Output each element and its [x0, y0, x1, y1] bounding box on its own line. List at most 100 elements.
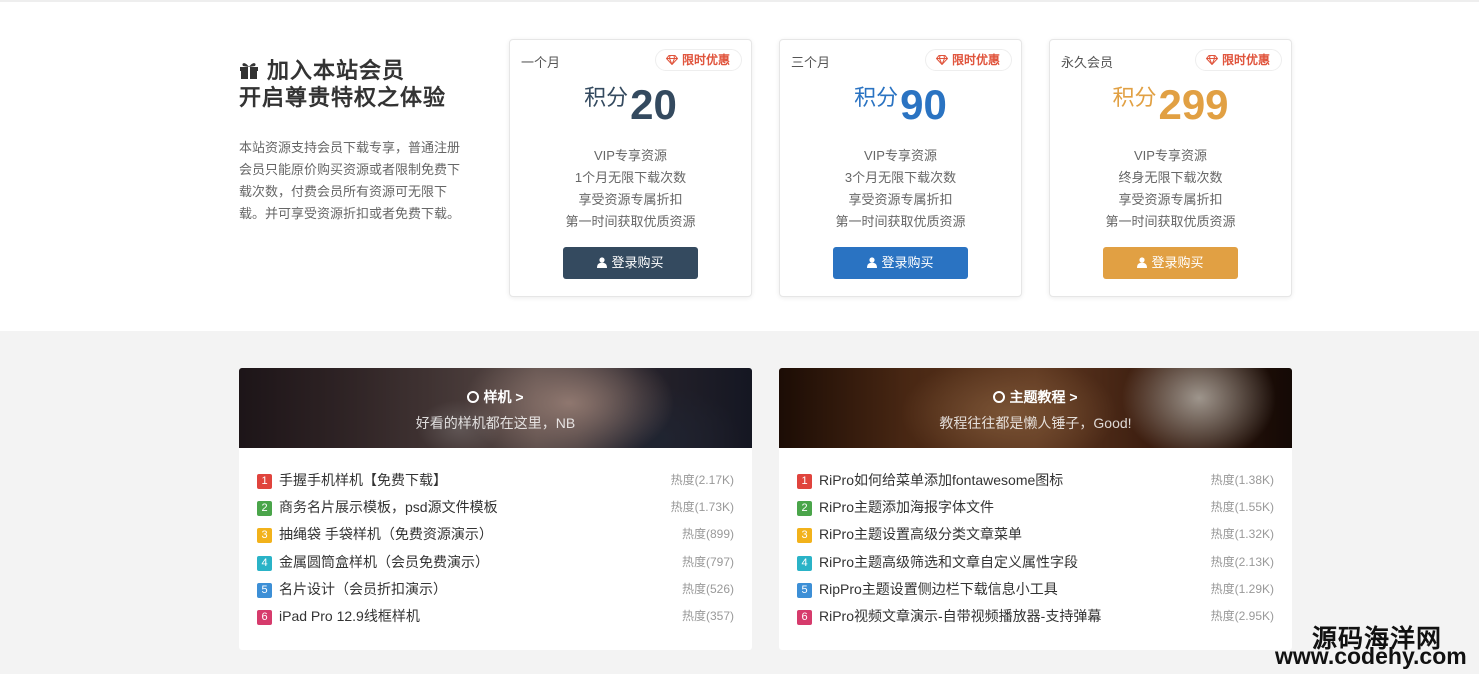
- list-item: 3 RiPro主题设置高级分类文章菜单 热度(1.32K): [797, 521, 1274, 548]
- plan-features: VIP专享资源 终身无限下载次数 享受资源专属折扣 第一时间获取优质资源: [1050, 145, 1291, 233]
- login-buy-button[interactable]: 登录购买: [1103, 247, 1238, 279]
- category-title-label: 主题教程 >: [1009, 389, 1078, 405]
- login-buy-label: 登录购买: [1151, 255, 1204, 270]
- rank-badge: 1: [257, 474, 272, 489]
- rank-badge: 6: [797, 609, 812, 625]
- diamond-icon: [1205, 51, 1219, 66]
- plan-feature: 享受资源专属折扣: [848, 192, 953, 207]
- vip-title-line2: 开启尊贵特权之体验: [239, 85, 447, 110]
- heat-count: 热度(2.95K): [1210, 608, 1274, 623]
- discount-badge-label: 限时优惠: [681, 53, 730, 67]
- rank-badge: 2: [797, 501, 812, 517]
- plan-features: VIP专享资源 3个月无限下载次数 享受资源专属折扣 第一时间获取优质资源: [780, 145, 1021, 233]
- plan-feature: 1个月无限下载次数: [574, 170, 687, 185]
- plan-feature: 第一时间获取优质资源: [565, 214, 696, 229]
- plan-feature: 第一时间获取优质资源: [1105, 214, 1236, 229]
- vip-section: 加入本站会员 开启尊贵特权之体验 本站资源支持会员下载专享，普通注册会员只能原价…: [0, 2, 1479, 331]
- discount-badge-label: 限时优惠: [951, 53, 1000, 67]
- price-unit: 积分: [584, 85, 629, 110]
- category-header[interactable]: 样机 > 好看的样机都在这里，NB: [239, 368, 752, 448]
- list-item: 3 抽绳袋 手袋样机（免费资源演示） 热度(899): [257, 521, 734, 548]
- post-link[interactable]: iPad Pro 12.9线框样机: [279, 608, 420, 624]
- login-buy-label: 登录购买: [881, 255, 934, 270]
- vip-title-line1: 加入本站会员: [267, 58, 406, 83]
- rank-badge: 4: [797, 555, 812, 571]
- post-link[interactable]: 金属圆筒盒样机（会员免费演示）: [279, 554, 489, 570]
- heat-count: 热度(899): [681, 527, 734, 542]
- plan-feature: 第一时间获取优质资源: [835, 214, 966, 229]
- heat-count: 热度(1.73K): [670, 500, 734, 515]
- user-icon: [867, 248, 878, 268]
- post-link[interactable]: RiPro如何给菜单添加fontawesome图标: [819, 472, 1063, 488]
- plan-price: 积分20: [510, 80, 751, 129]
- category-title[interactable]: 主题教程 >: [779, 387, 1292, 407]
- plan-name: 永久会员: [1061, 55, 1114, 70]
- heat-count: 热度(526): [681, 581, 734, 596]
- category-header-text: 样机 > 好看的样机都在这里，NB: [239, 387, 752, 433]
- heat-count: 热度(1.55K): [1210, 500, 1274, 515]
- vip-title: 加入本站会员 开启尊贵特权之体验: [239, 57, 469, 111]
- plan-feature: VIP专享资源: [594, 148, 667, 163]
- price-value: 299: [1158, 81, 1229, 128]
- post-link[interactable]: RipPro主题设置侧边栏下载信息小工具: [819, 581, 1058, 597]
- login-buy-button[interactable]: 登录购买: [563, 247, 698, 279]
- post-link[interactable]: 商务名片展示模板，psd源文件模板: [279, 499, 498, 515]
- circle-icon: [993, 391, 1006, 403]
- category-title[interactable]: 样机 >: [239, 387, 752, 407]
- rank-badge: 5: [257, 582, 272, 598]
- discount-badge-label: 限时优惠: [1221, 53, 1270, 67]
- post-link[interactable]: 手握手机样机【免费下载】: [279, 472, 447, 488]
- category-card-mockups: 样机 > 好看的样机都在这里，NB 1 手握手机样机【免费下载】 热度(2.17K)…: [239, 368, 752, 650]
- list-item: 2 商务名片展示模板，psd源文件模板 热度(1.73K): [257, 494, 734, 521]
- plan-price: 积分90: [780, 80, 1021, 129]
- category-title-label: 样机 >: [483, 389, 524, 405]
- watermark-site-url: www.codehy.com: [1275, 643, 1467, 669]
- diamond-icon: [935, 51, 949, 66]
- list-item: 5 RipPro主题设置侧边栏下载信息小工具 热度(1.29K): [797, 576, 1274, 603]
- list-item: 1 RiPro如何给菜单添加fontawesome图标 热度(1.38K): [797, 467, 1274, 494]
- circle-icon: [467, 391, 480, 403]
- post-link[interactable]: RiPro主题高级筛选和文章自定义属性字段: [819, 554, 1078, 570]
- gift-icon: [239, 58, 259, 79]
- category-post-list: 1 手握手机样机【免费下载】 热度(2.17K) 2 商务名片展示模板，psd源文件模…: [239, 448, 752, 630]
- heat-count: 热度(1.32K): [1210, 527, 1274, 542]
- category-section: 样机 > 好看的样机都在这里，NB 1 手握手机样机【免费下载】 热度(2.17K)…: [0, 331, 1479, 674]
- list-item: 4 金属圆筒盒样机（会员免费演示） 热度(797): [257, 549, 734, 576]
- price-unit: 积分: [1112, 85, 1157, 110]
- plan-card-three-months: 三个月 限时优惠 积分90 VIP专享资源 3个月无限下载次数 享受资源专属折扣…: [779, 39, 1022, 297]
- login-buy-button[interactable]: 登录购买: [833, 247, 968, 279]
- plan-features: VIP专享资源 1个月无限下载次数 享受资源专属折扣 第一时间获取优质资源: [510, 145, 751, 233]
- list-item: 6 RiPro视频文章演示-自带视频播放器-支持弹幕 热度(2.95K): [797, 603, 1274, 630]
- list-item: 4 RiPro主题高级筛选和文章自定义属性字段 热度(2.13K): [797, 549, 1274, 576]
- price-unit: 积分: [854, 85, 899, 110]
- user-icon: [597, 248, 608, 268]
- price-value: 20: [630, 81, 677, 128]
- list-item: 5 名片设计（会员折扣演示） 热度(526): [257, 576, 734, 603]
- category-header-text: 主题教程 > 教程往往都是懒人锤子，Good!: [779, 387, 1292, 433]
- post-link[interactable]: RiPro主题添加海报字体文件: [819, 499, 994, 515]
- plan-name: 一个月: [521, 55, 561, 70]
- heat-count: 热度(1.29K): [1210, 581, 1274, 596]
- post-link[interactable]: 名片设计（会员折扣演示）: [279, 581, 447, 597]
- heat-count: 热度(2.17K): [670, 473, 734, 487]
- discount-badge: 限时优惠: [654, 49, 742, 71]
- plan-price: 积分299: [1050, 80, 1291, 129]
- list-item: 2 RiPro主题添加海报字体文件 热度(1.55K): [797, 494, 1274, 521]
- category-header[interactable]: 主题教程 > 教程往往都是懒人锤子，Good!: [779, 368, 1292, 448]
- category-card-tutorials: 主题教程 > 教程往往都是懒人锤子，Good! 1 RiPro如何给菜单添加fon…: [779, 368, 1292, 650]
- category-post-list: 1 RiPro如何给菜单添加fontawesome图标 热度(1.38K) 2 RiP…: [779, 448, 1292, 630]
- post-link[interactable]: RiPro主题设置高级分类文章菜单: [819, 526, 1022, 542]
- post-link[interactable]: 抽绳袋 手袋样机（免费资源演示）: [279, 526, 493, 542]
- post-link[interactable]: RiPro视频文章演示-自带视频播放器-支持弹幕: [819, 608, 1101, 624]
- plan-feature: 3个月无限下载次数: [844, 170, 957, 185]
- rank-badge: 3: [257, 528, 272, 544]
- plan-card-lifetime: 永久会员 限时优惠 积分299 VIP专享资源 终身无限下载次数 享受资源专属折…: [1049, 39, 1292, 297]
- rank-badge: 1: [797, 474, 812, 489]
- vip-description: 本站资源支持会员下载专享，普通注册会员只能原价购买资源或者限制免费下载次数，付费…: [239, 140, 461, 221]
- diamond-icon: [665, 51, 679, 66]
- category-subtitle: 好看的样机都在这里，NB: [415, 415, 576, 431]
- price-value: 90: [900, 81, 947, 128]
- category-subtitle: 教程往往都是懒人锤子，Good!: [939, 415, 1132, 431]
- heat-count: 热度(2.13K): [1210, 554, 1274, 569]
- rank-badge: 4: [257, 555, 272, 571]
